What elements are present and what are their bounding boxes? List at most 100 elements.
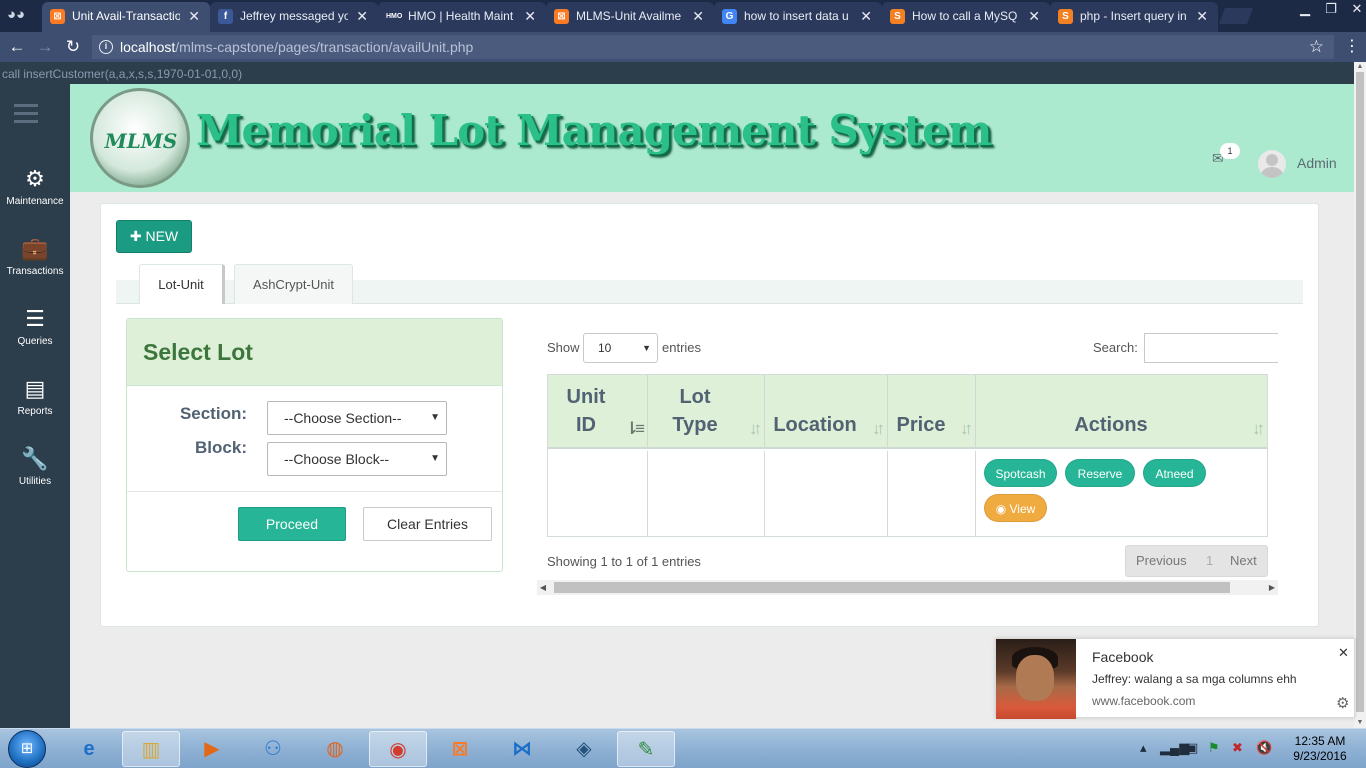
system-clock[interactable]: 12:35 AM 9/23/2016	[1280, 734, 1360, 764]
col-actions[interactable]: Actions ↓↑	[976, 375, 1267, 449]
clear-entries-button[interactable]: Clear Entries	[363, 507, 492, 541]
cell-actions: Spotcash Reserve Atneed ◉ View	[976, 451, 1267, 536]
close-tab-icon[interactable]: ✕	[1028, 2, 1040, 30]
minimize-icon[interactable]: ▁	[1292, 0, 1318, 18]
user-avatar[interactable]	[1258, 150, 1286, 178]
explorer-icon[interactable]: ▥	[122, 731, 180, 767]
col-price[interactable]: Price ↓↑	[888, 375, 976, 449]
browser-tab[interactable]: ⊠ Unit Avail-Transactio ✕	[42, 2, 210, 32]
next-button[interactable]: Next	[1230, 546, 1257, 576]
new-tab-button[interactable]	[1219, 8, 1253, 24]
browser-tab[interactable]: ⊠ MLMS-Unit Availme ✕	[546, 2, 714, 32]
mlms-logo: MLMS	[90, 88, 190, 188]
xampp-icon[interactable]: ⊠	[431, 731, 489, 767]
tab-ashcrypt-unit[interactable]: AshCrypt-Unit	[234, 264, 353, 304]
col-unit-id[interactable]: Unit ID ⇂≡	[548, 375, 648, 449]
notification-title: Facebook	[1092, 649, 1154, 665]
tab-lot-unit[interactable]: Lot-Unit	[139, 264, 225, 304]
network-error-icon[interactable]: ✖	[1232, 740, 1243, 756]
facebook-notification[interactable]: Facebook Jeffrey: walang a sa mga column…	[995, 638, 1355, 719]
sidebar-item-reports[interactable]: ▤ Reports	[0, 376, 70, 436]
sidebar-item-label: Maintenance	[6, 196, 64, 207]
scroll-down-icon[interactable]: ▼	[1354, 718, 1366, 728]
firefox-icon[interactable]: ◍	[306, 731, 364, 767]
browser-tab[interactable]: f Jeffrey messaged yo ✕	[210, 2, 378, 32]
col-label: Unit	[566, 386, 606, 408]
briefcase-icon: 💼	[21, 236, 49, 261]
back-icon[interactable]: ←	[6, 37, 28, 57]
col-label: Actions	[1074, 414, 1148, 436]
pagination: Previous 1 Next	[1125, 545, 1268, 577]
reserve-button[interactable]: Reserve	[1065, 459, 1135, 487]
chevron-down-icon: ▼	[430, 453, 440, 464]
notepadpp-icon[interactable]: ✎	[617, 731, 675, 767]
gear-icon[interactable]: ⚙	[1336, 694, 1349, 712]
browser-tab[interactable]: Sphp - Insert query in ✕	[1050, 2, 1218, 32]
proceed-button[interactable]: Proceed	[238, 507, 346, 541]
block-select[interactable]: --Choose Block-- ▼	[267, 442, 447, 476]
info-icon[interactable]: i	[99, 40, 113, 54]
vertical-scrollbar[interactable]: ▲ ▼	[1354, 62, 1366, 728]
stackoverflow-icon: S	[1058, 9, 1073, 24]
page-1-button[interactable]: 1	[1206, 546, 1213, 576]
close-tab-icon[interactable]: ✕	[860, 2, 872, 30]
close-tab-icon[interactable]: ✕	[356, 2, 368, 30]
scroll-thumb[interactable]	[554, 582, 1230, 593]
forward-icon[interactable]: →	[34, 37, 56, 57]
sidebar-item-maintenance[interactable]: ⚙ Maintenance	[0, 166, 70, 226]
horizontal-scrollbar[interactable]: ◀ ▶	[537, 580, 1278, 595]
windows-taskbar: ⊞ e ▥ ▶ ⚇ ◍ ◉ ⊠ ⋈ ◈ ✎ ▴ ▂▄▆ ▣ ⚑ ✖ 🔇 12:3…	[0, 728, 1366, 768]
close-tab-icon[interactable]: ✕	[1196, 2, 1208, 30]
mysql-workbench-icon[interactable]: ◈	[555, 731, 613, 767]
entries-length-select[interactable]: 10 ▼	[583, 333, 658, 363]
close-tab-icon[interactable]: ✕	[524, 2, 536, 30]
length-label: Show	[547, 340, 580, 355]
close-icon[interactable]: ✕	[1338, 645, 1349, 661]
close-tab-icon[interactable]: ✕	[188, 2, 200, 30]
sidebar-item-transactions[interactable]: 💼 Transactions	[0, 236, 70, 296]
close-tab-icon[interactable]: ✕	[692, 2, 704, 30]
sidebar-item-utilities[interactable]: 🔧 Utilities	[0, 446, 70, 506]
maximize-icon[interactable]: ❐	[1318, 0, 1344, 18]
user-name[interactable]: Admin	[1297, 155, 1337, 171]
scroll-thumb[interactable]	[1356, 72, 1364, 712]
scroll-right-icon[interactable]: ▶	[1266, 580, 1278, 595]
mail-icon[interactable]: ✉ 1	[1212, 143, 1240, 167]
sidebar-item-queries[interactable]: ☰ Queries	[0, 306, 70, 366]
browser-tab[interactable]: Ghow to insert data u ✕	[714, 2, 882, 32]
atneed-button[interactable]: Atneed	[1143, 459, 1206, 487]
view-button[interactable]: ◉ View	[984, 494, 1047, 522]
cell-unit-id	[548, 451, 648, 536]
show-hidden-icons[interactable]: ▴	[1140, 740, 1147, 756]
browser-tab[interactable]: S How to call a MySQ ✕	[882, 2, 1050, 32]
brand-title: Memorial Lot Management System	[196, 106, 992, 155]
col-location[interactable]: Location ↓↑	[765, 375, 888, 449]
volume-muted-icon[interactable]: 🔇	[1256, 740, 1272, 756]
bookmark-star-icon[interactable]: ☆	[1309, 35, 1324, 59]
signal-icon[interactable]: ▂▄▆	[1160, 740, 1189, 756]
media-player-icon[interactable]: ▶	[183, 731, 241, 767]
col-lot-type[interactable]: Lot Type ↓↑	[648, 375, 765, 449]
sidebar-item-label: Utilities	[18, 476, 52, 487]
start-button[interactable]: ⊞	[8, 730, 46, 768]
vscode-icon[interactable]: ⋈	[493, 731, 551, 767]
section-select[interactable]: --Choose Section-- ▼	[267, 401, 447, 435]
ie-icon[interactable]: e	[60, 731, 118, 767]
address-bar[interactable]: i localhost/mlms-capstone/pages/transact…	[92, 35, 1334, 59]
network-users-icon[interactable]: ⚇	[244, 731, 302, 767]
chrome-icon[interactable]: ◉	[369, 731, 427, 767]
flag-icon[interactable]: ⚑	[1208, 740, 1220, 756]
reload-icon[interactable]: ↻	[62, 37, 84, 57]
prev-button[interactable]: Previous	[1136, 546, 1187, 576]
list-icon: ☰	[25, 306, 45, 331]
browser-menu-icon[interactable]: ⋮	[1344, 36, 1360, 58]
hamburger-menu-icon[interactable]	[14, 104, 38, 128]
browser-tab[interactable]: HMO HMO | Health Maint ✕	[378, 2, 546, 32]
spotcash-button[interactable]: Spotcash	[984, 459, 1057, 487]
new-button[interactable]: ✚ NEW	[116, 220, 192, 253]
scroll-left-icon[interactable]: ◀	[537, 580, 549, 595]
device-icon[interactable]: ▣	[1186, 740, 1198, 756]
scroll-up-icon[interactable]: ▲	[1354, 62, 1366, 72]
search-input[interactable]	[1144, 333, 1278, 363]
close-window-icon[interactable]: ✕	[1344, 0, 1366, 18]
